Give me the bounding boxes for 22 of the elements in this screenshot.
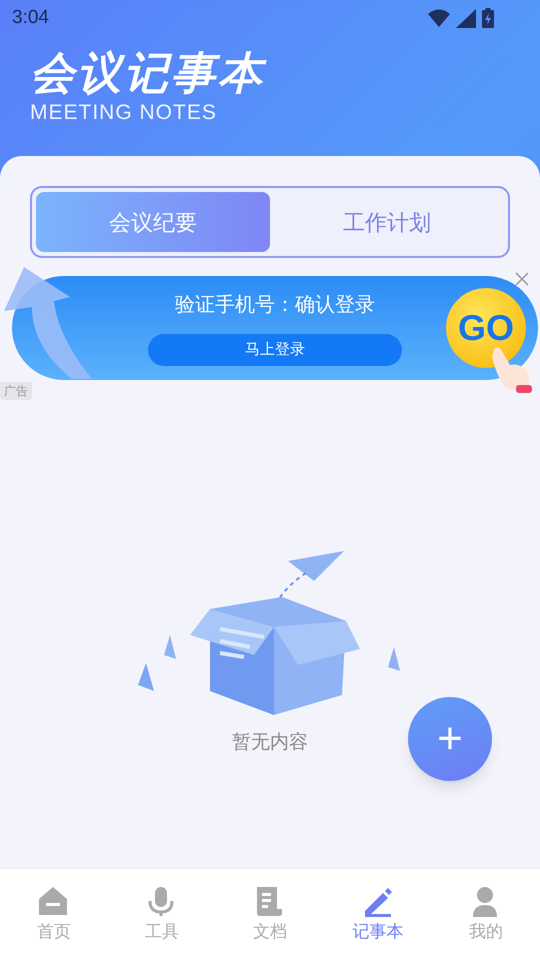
login-button[interactable]: 马上登录 xyxy=(148,334,402,366)
ad-headline: 验证手机号：确认登录 xyxy=(175,293,375,318)
nav-tab[interactable]: 我的 xyxy=(432,869,540,960)
nav-tab[interactable]: 首页 xyxy=(0,869,108,960)
add-button[interactable]: + xyxy=(408,697,492,781)
home-icon xyxy=(39,887,69,918)
wifi-icon xyxy=(428,9,450,27)
app-subtitle: MEETING NOTES xyxy=(30,100,218,126)
nav-tab[interactable]: 记事本 xyxy=(324,869,432,960)
doc-icon xyxy=(255,887,285,918)
tab[interactable]: 会议纪要 xyxy=(36,192,270,252)
app-title: 会议记事本 xyxy=(30,48,268,100)
status-time: 3:04 xyxy=(12,6,49,30)
nav-tab[interactable]: 文档 xyxy=(216,869,324,960)
arrow-icon xyxy=(2,267,92,379)
signal-icon xyxy=(456,8,476,28)
ad-label: 广告 xyxy=(0,382,32,400)
empty-message: 暂无内容 xyxy=(232,731,308,755)
pen-icon xyxy=(363,887,393,918)
nav-tab[interactable]: 工具 xyxy=(108,869,216,960)
battery-icon xyxy=(482,8,494,28)
tab[interactable]: 工作计划 xyxy=(270,192,504,252)
